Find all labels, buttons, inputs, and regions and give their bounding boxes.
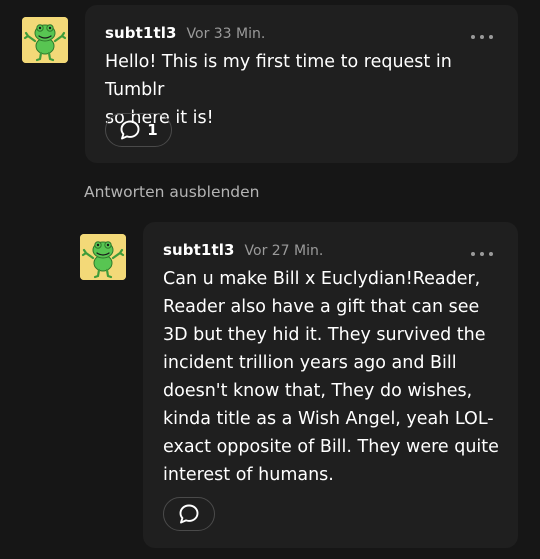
comment-card: subt1tl3 Vor 27 Min. Can u make Bill x E…	[143, 222, 518, 548]
comment-line: exact opposite of Bill. They were quite	[163, 437, 499, 457]
more-options-button[interactable]	[471, 32, 493, 42]
comment-card: subt1tl3 Vor 33 Min. Hello! This is my f…	[85, 5, 518, 163]
green-frog-avatar-icon	[80, 234, 126, 280]
comment-text: Can u make Bill x Euclydian!Reader, Read…	[163, 265, 515, 489]
comment-line: interest of humans.	[163, 465, 334, 485]
avatar[interactable]	[80, 234, 126, 280]
avatar[interactable]	[22, 17, 68, 63]
timestamp: Vor 27 Min.	[244, 243, 324, 259]
comment-line: Hello! This is my first time to request …	[105, 52, 452, 100]
username[interactable]: subt1tl3	[163, 241, 235, 259]
speech-bubble-icon	[178, 503, 200, 525]
comment-header: subt1tl3 Vor 33 Min.	[105, 24, 265, 42]
comment-line: incident trillion years ago and Bill	[163, 353, 457, 373]
timestamp: Vor 33 Min.	[186, 26, 266, 42]
comment-line: Reader also have a gift that can see	[163, 297, 480, 317]
comment-header: subt1tl3 Vor 27 Min.	[163, 241, 323, 259]
comment-line: kinda title as a Wish Angel, yeah LOL-	[163, 409, 494, 429]
reply-button[interactable]: 1	[105, 113, 172, 147]
speech-bubble-icon	[119, 119, 141, 141]
comment-line: doesn't know that, They do wishes,	[163, 381, 473, 401]
reply-button[interactable]	[163, 497, 215, 531]
reply-count: 1	[147, 121, 158, 139]
comment-line: 3D but they hid it. They survived the	[163, 325, 486, 345]
green-frog-avatar-icon	[22, 17, 68, 63]
comment-line: Can u make Bill x Euclydian!Reader,	[163, 269, 481, 289]
hide-replies-link[interactable]: Antworten ausblenden	[84, 183, 260, 201]
username[interactable]: subt1tl3	[105, 24, 177, 42]
more-options-button[interactable]	[471, 249, 493, 259]
